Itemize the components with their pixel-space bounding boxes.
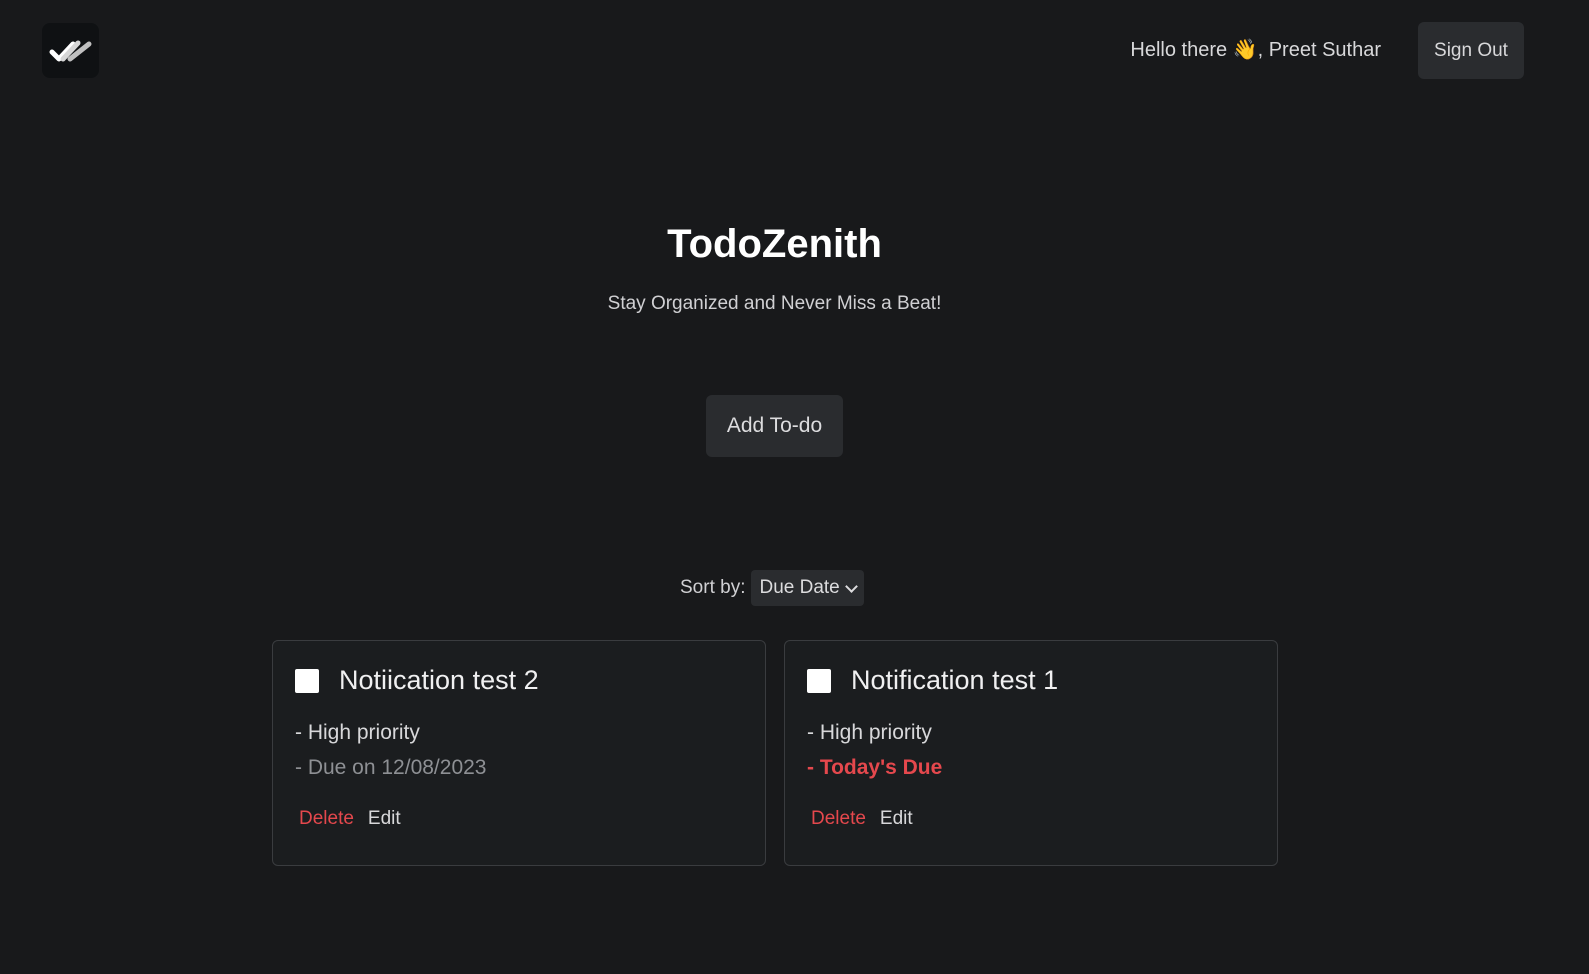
app-page: Hello there 👋, Preet Suthar Sign Out Tod…	[0, 0, 1589, 974]
todo-title: Notiication test 2	[339, 665, 539, 695]
delete-button[interactable]: Delete	[299, 808, 354, 830]
page-title: TodoZenith	[667, 222, 882, 266]
sort-selected-value: Due Date	[759, 577, 840, 598]
chevron-down-icon	[844, 579, 858, 593]
todo-checkbox[interactable]	[295, 668, 319, 693]
add-todo-button[interactable]: Add To-do	[706, 395, 843, 457]
todo-title: Notification test 1	[851, 665, 1059, 695]
sort-control: Sort by: Due Date	[680, 570, 864, 606]
todo-card-header: Notification test 1	[807, 665, 1058, 696]
sign-out-button[interactable]: Sign Out	[1418, 22, 1524, 79]
todo-card-header: Notiication test 2	[295, 665, 539, 696]
sort-select[interactable]: Due Date	[751, 570, 864, 606]
app-logo[interactable]	[42, 23, 99, 78]
todo-checkbox[interactable]	[807, 668, 831, 693]
todo-priority: - High priority	[295, 721, 420, 744]
edit-button[interactable]: Edit	[368, 808, 401, 830]
todo-actions: Delete Edit	[811, 808, 913, 830]
sort-label: Sort by:	[680, 577, 746, 598]
double-check-icon	[49, 40, 91, 61]
delete-button[interactable]: Delete	[811, 808, 866, 830]
edit-button[interactable]: Edit	[880, 808, 913, 830]
todo-actions: Delete Edit	[299, 808, 401, 830]
todo-due-today: - Today's Due	[807, 756, 943, 779]
todo-due-date: - Due on 12/08/2023	[295, 756, 487, 779]
todo-priority: - High priority	[807, 721, 932, 744]
todo-card: Notification test 1 - High priority - To…	[784, 640, 1278, 866]
user-greeting: Hello there 👋, Preet Suthar	[1130, 39, 1381, 61]
todo-card: Notiication test 2 - High priority - Due…	[272, 640, 766, 866]
page-subtitle: Stay Organized and Never Miss a Beat!	[607, 293, 942, 314]
